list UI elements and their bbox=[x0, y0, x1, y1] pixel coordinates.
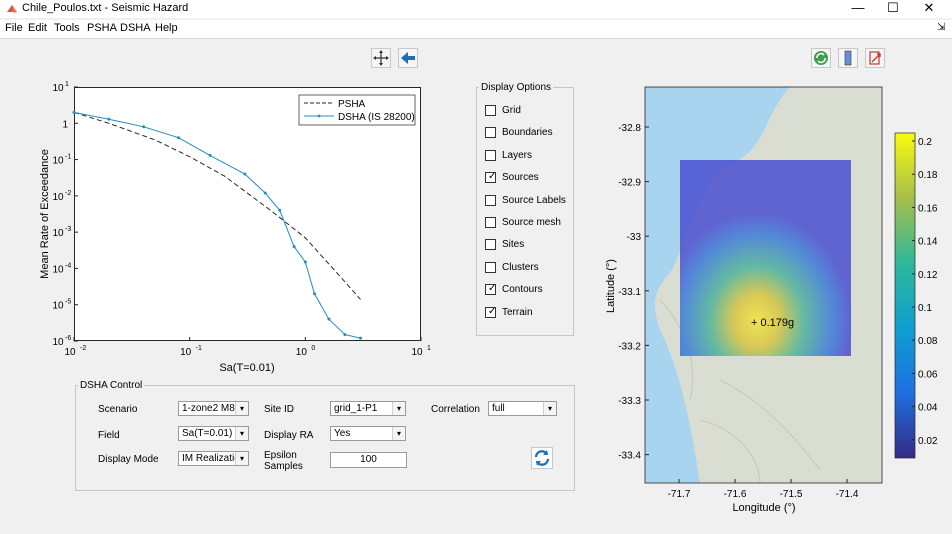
map-y-tick-label: -33.2 bbox=[618, 341, 641, 352]
map-ylabel: Latitude (°) bbox=[605, 259, 617, 313]
map-y-tick-label: -33.4 bbox=[618, 451, 641, 462]
map-y-tick-label: -32.8 bbox=[618, 123, 641, 134]
map-y-tick-label: -33.1 bbox=[618, 287, 641, 298]
map-xlabel: Longitude (°) bbox=[732, 502, 795, 514]
colorbar-tick-label: 0.16 bbox=[918, 203, 938, 214]
colorbar-tick-label: 0.02 bbox=[918, 436, 938, 447]
colorbar-tick-label: 0.1 bbox=[918, 303, 932, 314]
map-y-tick-label: -33.3 bbox=[618, 396, 641, 407]
map-pga-annotation: + 0.179g bbox=[751, 317, 794, 329]
map-x-tick-label: -71.7 bbox=[668, 489, 691, 500]
colorbar-tick-label: 0.08 bbox=[918, 336, 938, 347]
colorbar-tick-label: 0.14 bbox=[918, 237, 938, 248]
colorbar bbox=[894, 132, 916, 459]
map-x-tick-label: -71.4 bbox=[836, 489, 859, 500]
colorbar-tick-label: 0.06 bbox=[918, 369, 938, 380]
map-y-tick-label: -33 bbox=[627, 232, 642, 243]
colorbar-tick-label: 0.18 bbox=[918, 170, 938, 181]
colorbar-tick-label: 0.04 bbox=[918, 403, 938, 414]
map-y-tick-label: -32.9 bbox=[618, 178, 641, 189]
colorbar-tick-label: 0.12 bbox=[918, 270, 938, 281]
map-x-tick-label: -71.5 bbox=[780, 489, 803, 500]
colorbar-tick-label: 0.2 bbox=[918, 137, 932, 148]
map-x-tick-label: -71.6 bbox=[724, 489, 747, 500]
map-plot: + 0.179g -32.8 -32.9 -33 -33.1 -33.2 -33.3 -33… bbox=[605, 86, 938, 514]
